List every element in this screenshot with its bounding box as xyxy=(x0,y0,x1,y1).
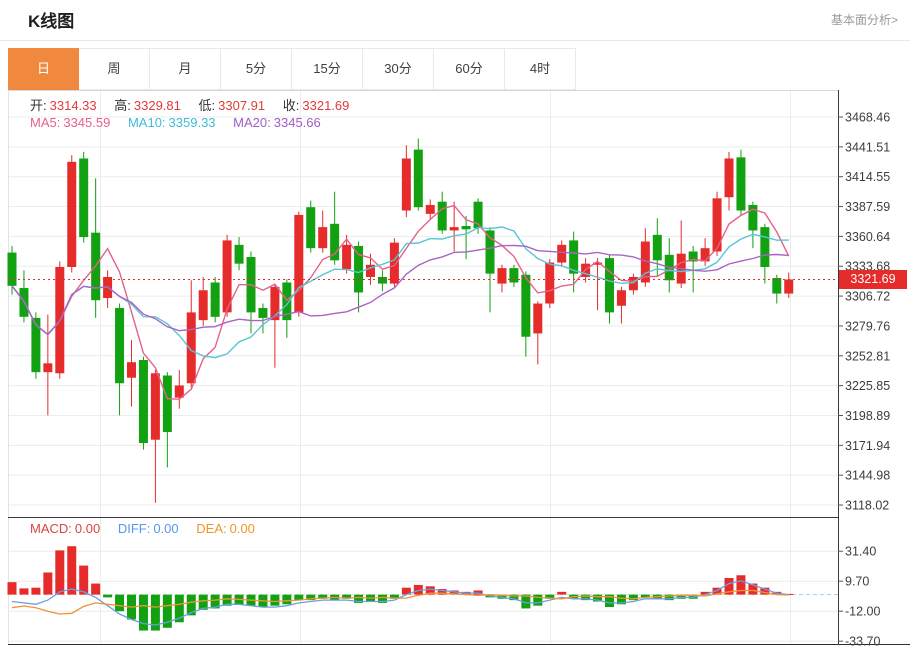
candle-body xyxy=(772,278,781,294)
macd-tick-label: -33.70 xyxy=(845,635,880,649)
macd-bar xyxy=(31,588,40,595)
candle-body xyxy=(414,150,423,208)
candle-body xyxy=(187,312,196,383)
macd-bar xyxy=(79,566,88,595)
header: K线图 基本面分析> xyxy=(0,0,910,41)
candle-body xyxy=(497,268,506,284)
candle-body xyxy=(450,227,459,230)
tab-30min[interactable]: 30分 xyxy=(363,48,434,90)
candle-body xyxy=(402,158,411,210)
candle-body xyxy=(653,235,662,260)
macd-bar xyxy=(19,588,28,594)
period-tabbar: 日 周 月 5分 15分 30分 60分 4时 xyxy=(8,48,910,90)
candle-body xyxy=(629,277,638,290)
last-price-badge: 3321.69 xyxy=(839,270,907,289)
candle-body xyxy=(43,363,52,372)
candle-body xyxy=(342,245,351,269)
macd-bar xyxy=(282,595,291,605)
kline-chart[interactable]: 3468.463441.513414.553387.593360.643333.… xyxy=(0,90,910,650)
macd-bar xyxy=(533,595,542,606)
price-tick-label: 3198.89 xyxy=(845,409,890,423)
candle-body xyxy=(545,263,554,304)
tab-60min[interactable]: 60分 xyxy=(434,48,505,90)
macd-bar xyxy=(736,575,745,594)
tab-4hour[interactable]: 4时 xyxy=(505,48,576,90)
macd-bar xyxy=(67,546,76,594)
macd-bar xyxy=(115,595,124,612)
candle-body xyxy=(67,162,76,267)
candle-body xyxy=(354,246,363,293)
candle-body xyxy=(79,158,88,237)
ma10-line xyxy=(12,227,789,358)
macd-bar xyxy=(91,584,100,595)
tab-15min[interactable]: 15分 xyxy=(292,48,363,90)
candle-body xyxy=(557,245,566,263)
price-tick-label: 3225.85 xyxy=(845,379,890,393)
candle-body xyxy=(258,308,267,318)
macd-bar xyxy=(8,582,17,594)
candle-body xyxy=(617,290,626,306)
macd-bar xyxy=(139,595,148,631)
candle-body xyxy=(438,202,447,231)
candle-body xyxy=(127,362,136,378)
tab-5min[interactable]: 5分 xyxy=(221,48,292,90)
candle-body xyxy=(199,290,208,320)
candle-body xyxy=(701,248,710,261)
candle-body xyxy=(605,258,614,312)
macd-bar xyxy=(55,550,64,594)
candle-body xyxy=(760,227,769,267)
price-tick-label: 3118.02 xyxy=(845,499,889,513)
candle-body xyxy=(736,157,745,210)
candle-body xyxy=(151,373,160,439)
candle-body xyxy=(426,205,435,214)
candle-body xyxy=(784,280,793,294)
page-title: K线图 xyxy=(28,7,74,32)
price-tick-label: 3144.98 xyxy=(845,469,890,483)
candle-body xyxy=(235,245,244,264)
tab-day[interactable]: 日 xyxy=(8,48,79,90)
price-tick-label: 3360.64 xyxy=(845,230,890,244)
candle-body xyxy=(725,158,734,197)
price-tick-label: 3441.51 xyxy=(845,140,890,154)
price-tick-label: 3468.46 xyxy=(845,111,890,125)
candle-body xyxy=(318,227,327,248)
tab-month[interactable]: 月 xyxy=(150,48,221,90)
macd-bar xyxy=(103,595,112,598)
price-tick-label: 3171.94 xyxy=(845,439,890,453)
candle-body xyxy=(521,275,530,337)
candle-body xyxy=(390,243,399,284)
macd-bar xyxy=(557,592,566,595)
price-tick-label: 3387.59 xyxy=(845,200,890,214)
price-tick-label: 3306.72 xyxy=(845,290,890,304)
candle-body xyxy=(8,253,17,286)
candle-body xyxy=(462,226,471,229)
chart-canvas[interactable]: 3468.463441.513414.553387.593360.643333.… xyxy=(0,90,910,650)
fundamental-analysis-link[interactable]: 基本面分析> xyxy=(831,11,898,28)
price-tick-label: 3414.55 xyxy=(845,170,890,184)
price-tick-label: 3279.76 xyxy=(845,319,890,333)
candle-body xyxy=(713,198,722,251)
candle-body xyxy=(509,268,518,282)
candle-body xyxy=(163,375,172,431)
tab-week[interactable]: 周 xyxy=(79,48,150,90)
candle-body xyxy=(31,318,40,372)
macd-bar xyxy=(43,572,52,594)
macd-tick-label: 9.70 xyxy=(845,575,869,589)
candle-body xyxy=(211,282,220,316)
candle-body xyxy=(294,215,303,312)
macd-tick-label: 31.40 xyxy=(845,545,876,559)
candle-body xyxy=(378,277,387,284)
candle-body xyxy=(115,308,124,383)
macd-bar xyxy=(270,595,279,606)
candle-body xyxy=(306,207,315,248)
price-tick-label: 3252.81 xyxy=(845,349,890,363)
candle-body xyxy=(533,304,542,334)
macd-tick-label: -12.00 xyxy=(845,605,880,619)
candle-body xyxy=(139,360,148,443)
kline-page: K线图 基本面分析> 日 周 月 5分 15分 30分 60分 4时 3468.… xyxy=(0,0,910,650)
